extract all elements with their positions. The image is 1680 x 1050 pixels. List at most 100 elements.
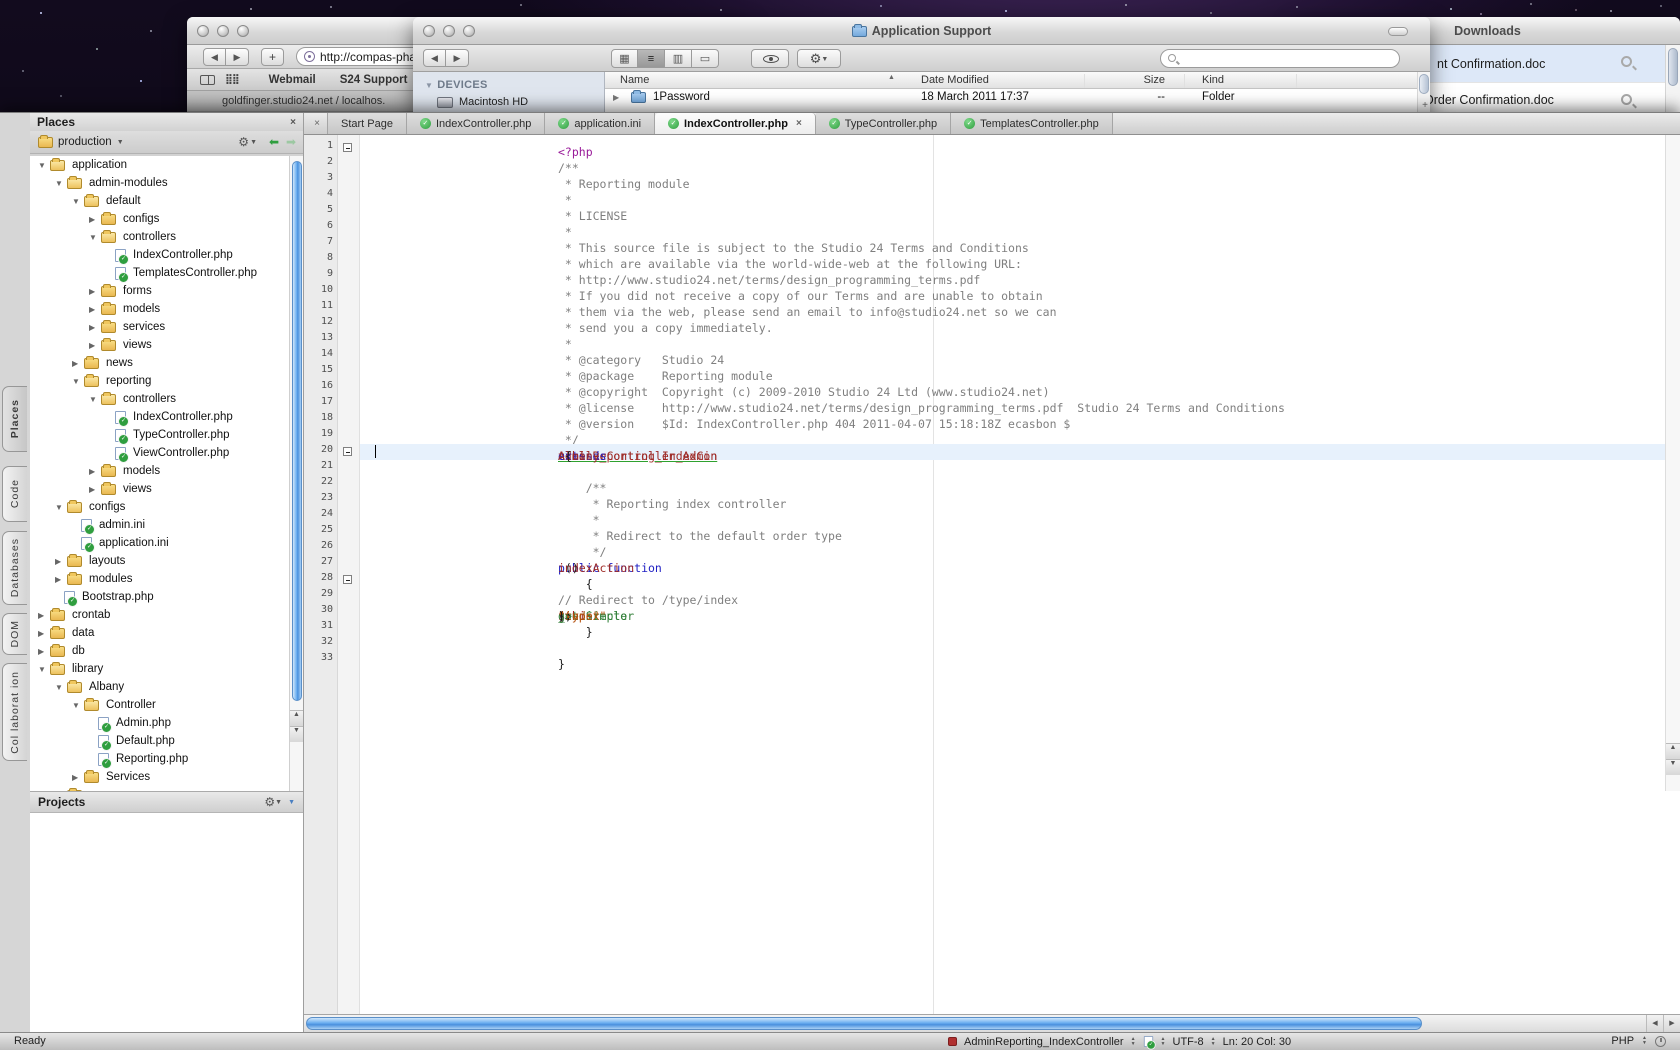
disclosure-triangle-icon[interactable] (72, 701, 84, 710)
disclosure-triangle-icon[interactable] (89, 467, 101, 476)
tree-item[interactable]: views (30, 336, 303, 354)
editor-hscrollbar[interactable] (304, 1014, 1680, 1032)
tree-item[interactable]: news (30, 354, 303, 372)
minimize-button[interactable] (217, 25, 229, 37)
search-input[interactable] (1160, 49, 1400, 68)
disclosure-triangle-icon[interactable] (89, 485, 101, 494)
tree-item[interactable]: admin.ini (30, 516, 303, 534)
scroll-right-icon[interactable] (1663, 1015, 1680, 1032)
code-line[interactable]: * (360, 508, 1680, 524)
forward-button[interactable]: ▶ (226, 48, 249, 66)
disclosure-triangle-icon[interactable] (613, 93, 619, 102)
action-menu-button[interactable] (797, 49, 841, 68)
disclosure-triangle-icon[interactable] (72, 773, 84, 782)
finder-column-header[interactable]: Name (620, 74, 649, 86)
zoom-button[interactable] (237, 25, 249, 37)
disclosure-triangle-icon[interactable] (55, 683, 67, 692)
close-tab-icon[interactable] (796, 118, 802, 129)
tree-item[interactable]: Reporting.php (30, 750, 303, 768)
encoding-field[interactable]: UTF-8 (1173, 1036, 1204, 1048)
code-line[interactable]: * This source file is subject to the Stu… (360, 236, 1680, 252)
tree-item[interactable]: Albany (30, 678, 303, 696)
gear-icon[interactable] (264, 795, 275, 809)
code-line[interactable]: * which are available via the world-wide… (360, 252, 1680, 268)
editor-tab[interactable]: TypeController.php (816, 113, 951, 134)
close-panel-icon[interactable] (290, 117, 296, 128)
fold-toggle-icon[interactable] (343, 575, 352, 584)
disclosure-triangle-icon[interactable] (89, 341, 101, 350)
code-line[interactable]: public function indexAction () (360, 556, 1680, 572)
finder-column-header[interactable]: Kind (1202, 74, 1224, 86)
disclosure-triangle-icon[interactable] (72, 359, 84, 368)
devices-section-label[interactable]: ▼DEVICES (425, 79, 488, 91)
places-scrollbar[interactable] (289, 156, 303, 791)
fold-toggle-icon[interactable] (343, 447, 352, 456)
code-line[interactable]: * http://www.studio24.net/terms/design_p… (360, 268, 1680, 284)
reveal-magnifier-icon[interactable] (1621, 56, 1632, 67)
history-back-icon[interactable] (269, 135, 279, 149)
stepper-icon[interactable] (1161, 1037, 1166, 1047)
downloads-scrollbar[interactable] (1665, 45, 1680, 112)
code-line[interactable]: * (360, 332, 1680, 348)
disclosure-triangle-icon[interactable] (38, 161, 50, 170)
editor-tab[interactable]: IndexController.php (407, 113, 545, 134)
stepper-icon[interactable] (1642, 1036, 1647, 1046)
code-line[interactable]: * @version $Id: IndexController.php 404 … (360, 412, 1680, 428)
quicklook-button[interactable] (751, 49, 789, 68)
disclosure-triangle-icon[interactable] (72, 377, 84, 386)
new-tab-button[interactable]: + (261, 48, 284, 66)
side-tab-col-laborat-ion[interactable]: Col laborat ion (2, 663, 27, 761)
editor-tab[interactable]: IndexController.php (655, 113, 816, 134)
code-line[interactable]: * LICENSE (360, 204, 1680, 220)
hscrollbar-thumb[interactable] (306, 1017, 1422, 1030)
finder-column-header[interactable]: Size (1110, 74, 1165, 86)
tree-item[interactable]: views (30, 480, 303, 498)
filter-icon[interactable] (288, 799, 295, 806)
disclosure-triangle-icon[interactable] (72, 197, 84, 206)
code-line[interactable] (360, 460, 1680, 476)
code-line[interactable]: * send you a copy immediately. (360, 316, 1680, 332)
editor-tab[interactable]: application.ini (545, 113, 655, 134)
tree-item[interactable]: crontab (30, 606, 303, 624)
code-line[interactable]: */ (360, 540, 1680, 556)
scroll-down-icon[interactable] (290, 726, 303, 742)
bookmarks-book-icon[interactable] (200, 75, 215, 85)
tree-item[interactable]: data (30, 624, 303, 642)
code-line[interactable]: * Reporting module (360, 172, 1680, 188)
disclosure-triangle-icon[interactable] (89, 323, 101, 332)
disclosure-triangle-icon[interactable] (55, 179, 67, 188)
code-area[interactable]: <?php/** * Reporting module * * LICENSE … (360, 135, 1680, 1014)
tree-item[interactable]: IndexController.php (30, 246, 303, 264)
code-line[interactable] (360, 636, 1680, 652)
stepper-icon[interactable] (1211, 1037, 1216, 1047)
tree-item[interactable]: Services (30, 768, 303, 786)
finder-scrollbar[interactable] (1417, 72, 1430, 112)
code-line[interactable]: // Redirect to /type/index (360, 588, 1680, 604)
code-line[interactable]: * @category Studio 24 (360, 348, 1680, 364)
browser-tab[interactable]: goldfinger.studio24.net / localhos. (222, 95, 385, 107)
disclosure-triangle-icon[interactable]: ▼ (425, 81, 433, 90)
tabbar-close-icon[interactable] (310, 117, 324, 131)
bookmark-item[interactable]: Webmail (269, 74, 316, 86)
scroll-up-icon[interactable] (1666, 743, 1680, 759)
gear-icon[interactable] (238, 135, 249, 149)
tree-item[interactable]: library (30, 660, 303, 678)
tree-item[interactable]: configs (30, 498, 303, 516)
code-line[interactable]: * (360, 188, 1680, 204)
scroll-down-icon[interactable] (1666, 759, 1680, 775)
side-tab-databases[interactable]: Databases (2, 531, 27, 605)
tree-item[interactable]: Bootstrap.php (30, 588, 303, 606)
code-line[interactable]: * Reporting index controller (360, 492, 1680, 508)
disclosure-triangle-icon[interactable] (55, 575, 67, 584)
code-line[interactable]: * @license http://www.studio24.net/terms… (360, 396, 1680, 412)
stepper-icon[interactable] (1131, 1037, 1136, 1047)
code-line[interactable]: { (360, 572, 1680, 588)
history-forward-icon[interactable] (286, 135, 296, 149)
tree-item[interactable]: controllers (30, 390, 303, 408)
code-line[interactable]: <?php (360, 140, 1680, 156)
window-controls[interactable] (197, 25, 249, 37)
disclosure-triangle-icon[interactable] (38, 665, 50, 674)
downloads-scrollbar-thumb[interactable] (1668, 48, 1678, 86)
reveal-magnifier-icon[interactable] (1621, 94, 1632, 105)
current-symbol[interactable]: AdminReporting_IndexController (964, 1036, 1124, 1048)
